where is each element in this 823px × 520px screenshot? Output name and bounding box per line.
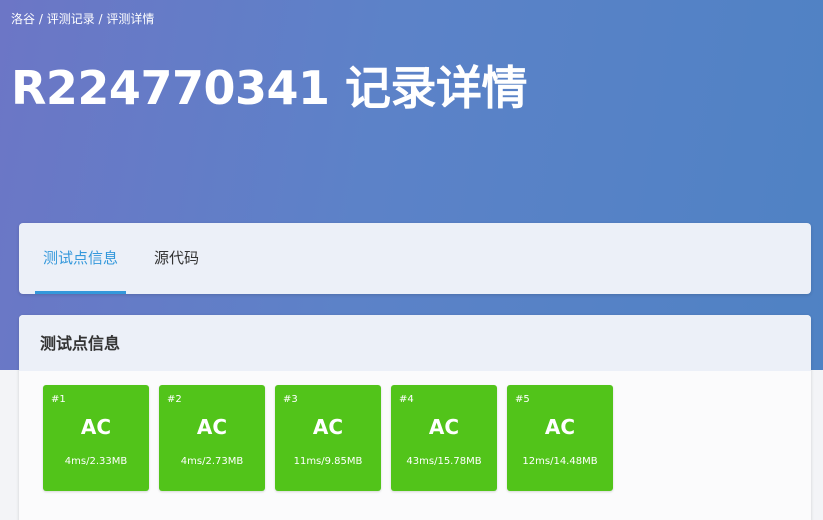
breadcrumb: 洛谷 / 评测记录 / 评测详情 — [11, 11, 154, 27]
page-title: R224770341 记录详情 — [11, 61, 528, 115]
testcase-time-memory: 12ms/14.48MB — [522, 456, 598, 467]
panel-body: #1 AC 4ms/2.33MB #2 AC 4ms/2.73MB #3 AC … — [19, 371, 811, 520]
breadcrumb-item-records[interactable]: 评测记录 — [47, 12, 95, 26]
testcase-time-memory: 4ms/2.73MB — [180, 456, 244, 467]
testcase-card[interactable]: #3 AC 11ms/9.85MB — [275, 385, 381, 491]
testcase-time-memory: 4ms/2.33MB — [64, 456, 128, 467]
tab-bar: 测试点信息 源代码 — [19, 223, 811, 294]
testcase-number: #2 — [167, 394, 182, 405]
panel-header: 测试点信息 — [19, 315, 811, 371]
testcase-number: #1 — [51, 394, 66, 405]
testcase-status: AC — [80, 415, 112, 439]
testcase-status: AC — [196, 415, 228, 439]
testcase-card[interactable]: #4 AC 43ms/15.78MB — [391, 385, 497, 491]
tab-source-code[interactable]: 源代码 — [146, 223, 207, 294]
testcase-card[interactable]: #2 AC 4ms/2.73MB — [159, 385, 265, 491]
breadcrumb-item-detail: 评测详情 — [106, 12, 155, 26]
panel-title: 测试点信息 — [40, 334, 121, 353]
testcase-number: #5 — [515, 394, 530, 405]
testcase-status: AC — [312, 415, 344, 439]
testcase-status: AC — [544, 415, 576, 439]
breadcrumb-separator: / — [94, 12, 107, 26]
breadcrumb-item-luogu[interactable]: 洛谷 — [11, 12, 35, 26]
testcase-time-memory: 11ms/9.85MB — [293, 456, 363, 467]
testcase-card[interactable]: #5 AC 12ms/14.48MB — [507, 385, 613, 491]
testcase-number: #4 — [399, 394, 414, 405]
breadcrumb-separator: / — [35, 12, 47, 26]
testcase-status: AC — [428, 415, 460, 439]
tab-testcase-info[interactable]: 测试点信息 — [35, 223, 127, 294]
testcase-time-memory: 43ms/15.78MB — [406, 456, 482, 467]
testcase-number: #3 — [283, 394, 298, 405]
testcase-panel: 测试点信息 #1 AC 4ms/2.33MB #2 AC 4ms/2.73MB … — [19, 315, 811, 520]
testcase-card[interactable]: #1 AC 4ms/2.33MB — [43, 385, 149, 491]
